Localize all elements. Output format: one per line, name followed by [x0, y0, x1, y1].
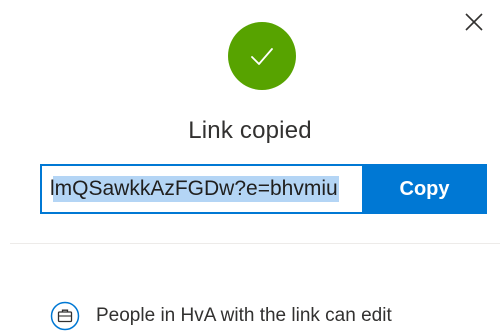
link-row: lmQSawkkAzFGDw?e=bhvmiu Copy	[40, 164, 487, 214]
link-text[interactable]: lmQSawkkAzFGDw?e=bhvmiu	[50, 176, 339, 202]
success-badge	[228, 22, 296, 90]
dialog-title: Link copied	[188, 117, 312, 144]
briefcase-icon	[50, 301, 80, 331]
permission-text: People in HvA with the link can edit	[96, 305, 392, 326]
close-icon	[465, 13, 483, 31]
link-settings-button[interactable]: People in HvA with the link can edit	[50, 296, 392, 336]
copy-button[interactable]: Copy	[362, 164, 487, 214]
close-button[interactable]	[456, 4, 492, 40]
link-field[interactable]: lmQSawkkAzFGDw?e=bhvmiu	[40, 164, 362, 214]
divider	[10, 243, 500, 244]
checkmark-icon	[251, 48, 273, 65]
